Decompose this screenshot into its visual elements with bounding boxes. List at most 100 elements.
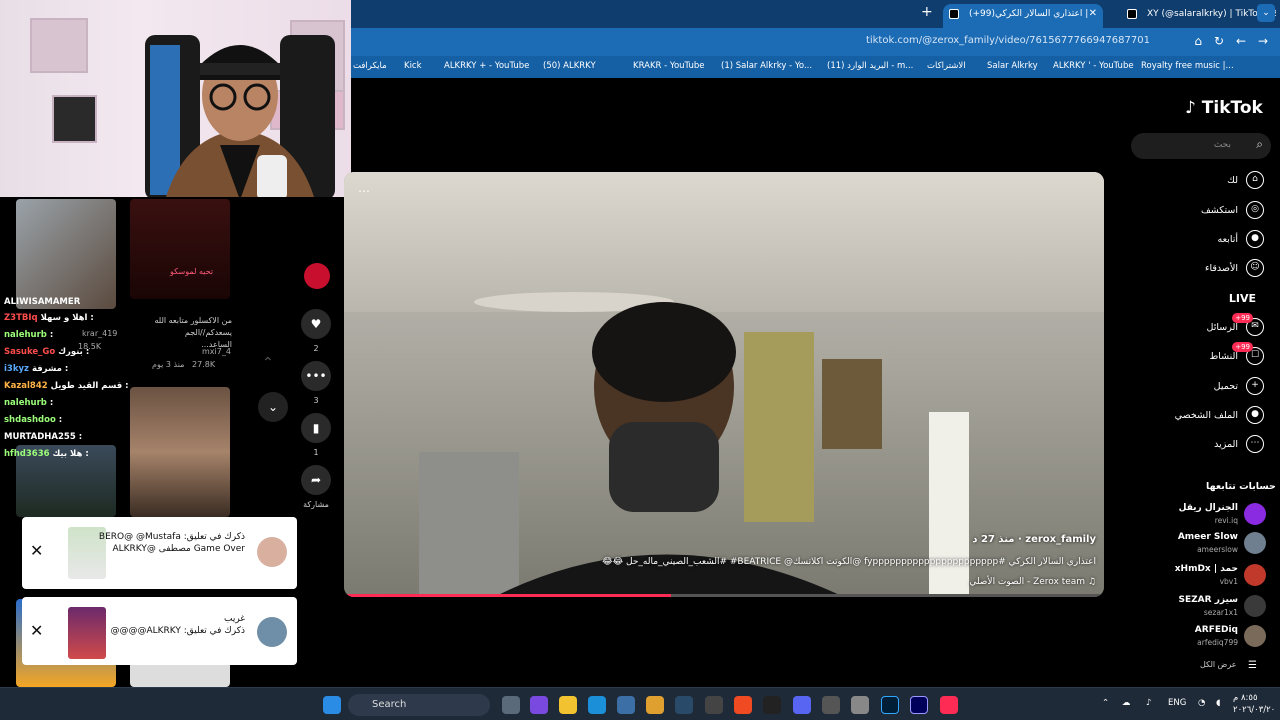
app-icon[interactable] — [822, 696, 840, 714]
sidebar-item-upload[interactable]: + تحميل — [1214, 376, 1264, 396]
following-account[interactable]: Ameer Slow ameerslow — [1126, 530, 1266, 558]
bookmark-item[interactable]: Royalty free music |... — [1141, 61, 1234, 71]
bookmark-item[interactable]: ALKRKY ' - YouTube — [1053, 61, 1134, 71]
sidebar-item-activity[interactable]: ☐ 99+ النشاط — [1209, 342, 1264, 366]
following-account[interactable]: SEZAR سيزر sezar1x1 — [1126, 593, 1266, 621]
store-icon[interactable] — [617, 696, 635, 714]
new-tab-button[interactable]: + — [921, 4, 933, 20]
sidebar-item-messages[interactable]: ✉ 99+ الرسائل — [1207, 313, 1264, 337]
like-icon[interactable]: ♥ — [301, 309, 331, 339]
tab-menu-chevron-icon[interactable]: ⌄ — [1257, 4, 1275, 22]
discord-icon[interactable] — [793, 696, 811, 714]
feed-username[interactable]: mxi7_4 — [202, 347, 231, 356]
tiktok-logo[interactable]: ♪ TikTok — [1185, 98, 1263, 118]
sidebar-item-following[interactable]: ● أتابعه — [1217, 229, 1264, 249]
avatar — [1244, 503, 1266, 525]
reload-icon[interactable]: ↻ — [1214, 34, 1224, 48]
bookmark-item[interactable]: KRAKR - YouTube — [633, 61, 704, 71]
mic-icon[interactable]: ♪ — [1146, 698, 1151, 708]
bookmark-item[interactable]: Kick — [404, 61, 422, 71]
sidebar-item-more[interactable]: ⋯ المزيد — [1214, 434, 1264, 454]
volume-icon[interactable]: ◖ — [1216, 698, 1220, 708]
show-all-link[interactable]: عرض الكل — [1200, 660, 1237, 669]
close-icon[interactable]: ✕ — [30, 541, 43, 560]
video-thumbnail[interactable] — [16, 199, 116, 309]
sidebar-item-live[interactable]: LIVE — [1229, 288, 1264, 308]
bookmark-item[interactable]: الاشتراكات — [927, 61, 966, 71]
sidebar-item-label: أتابعه — [1217, 233, 1239, 245]
avatar — [1244, 564, 1266, 586]
sidebar-item-home[interactable]: ⌂ لك — [1227, 170, 1264, 190]
video-author[interactable]: zerox_family — [1025, 534, 1096, 545]
tray-chevron-icon[interactable]: ⌃ — [1102, 698, 1109, 708]
bookmark-item[interactable]: (1) Salar Alkrky - Yo... — [721, 61, 812, 71]
scroll-down-icon[interactable]: ⌄ — [258, 392, 288, 422]
video-thumbnail[interactable] — [130, 387, 230, 517]
task-view-icon[interactable] — [502, 696, 520, 714]
scroll-up-icon[interactable]: ⌃ — [262, 355, 274, 371]
author-avatar[interactable] — [304, 263, 330, 289]
following-account[interactable]: ARFEDiq arfediq799 — [1126, 623, 1266, 651]
share-icon[interactable]: ➦ — [301, 465, 331, 495]
chrome-icon[interactable] — [646, 696, 664, 714]
chat-line: nalehurb : — [4, 330, 53, 340]
sidebar-item-friends[interactable]: ☺ الأصدقاء — [1205, 258, 1264, 278]
search-icon[interactable]: ⌕ — [1256, 137, 1263, 152]
home-icon[interactable]: ⌂ — [1194, 34, 1202, 48]
app-icon[interactable] — [851, 696, 869, 714]
video-progress-bar[interactable] — [344, 594, 1104, 597]
chat-username: nalehurb — [4, 398, 47, 408]
close-tab-icon[interactable]: ✕ — [1089, 4, 1097, 24]
bookmark-icon[interactable]: ▮ — [301, 413, 331, 443]
network-icon[interactable]: ◔ — [1198, 698, 1205, 708]
following-account[interactable]: الجنرال ريقل revi.iq — [1126, 501, 1266, 529]
taskbar-search[interactable]: Search — [348, 694, 490, 716]
obs-icon[interactable] — [705, 696, 723, 714]
tiktok-app-icon[interactable] — [940, 696, 958, 714]
video-sound[interactable]: ♫ Zerox team - الصوت الأصلي — [969, 577, 1096, 587]
mention-notification[interactable]: ✕ ذكرك في تعليق: BERO@ @Mustafa Game Ove… — [22, 517, 297, 589]
tab-inactive[interactable]: XY (@salaralkrky) | TikTok(+99) ✕ — [1121, 4, 1276, 28]
video-player[interactable]: ⋯ zerox_family · منذ 27 د اعتذاري السالا… — [344, 172, 1104, 597]
feed-username[interactable]: krar_419 — [82, 329, 117, 338]
more-options-icon[interactable]: ⋯ — [358, 184, 370, 198]
language-indicator[interactable]: ENG — [1168, 698, 1186, 708]
bookmark-item[interactable]: مايكرافت — [353, 61, 387, 71]
cloud-icon[interactable]: ☁ — [1122, 698, 1131, 708]
forward-icon[interactable]: → — [1258, 34, 1268, 48]
bookmark-item[interactable]: (11) البريد الوارد - m... — [827, 61, 913, 71]
sidebar-item-profile[interactable]: ● الملف الشخصي — [1175, 405, 1264, 425]
steam-icon[interactable] — [675, 696, 693, 714]
chat-line: Sasuke_Go بنورك : — [4, 347, 89, 357]
capcut-icon[interactable] — [763, 696, 781, 714]
back-icon[interactable]: ← — [1236, 34, 1246, 48]
windows-start-icon[interactable] — [323, 696, 341, 714]
url-input[interactable]: tiktok.com/@zerox_family/video/761567776… — [866, 35, 1150, 46]
video-author-line: zerox_family · منذ 27 د — [972, 534, 1096, 545]
following-account[interactable]: xHmDx | حمد vbv1 — [1126, 562, 1266, 590]
clock-time[interactable]: ٨:٥٥ م — [1233, 693, 1258, 703]
copilot-icon[interactable] — [530, 696, 548, 714]
bookmark-item[interactable]: (50) ALKRKY — [543, 61, 596, 71]
tab-active[interactable]: (+99)اعتذاري السالار الكركي | ✕ — [943, 4, 1103, 28]
file-explorer-icon[interactable] — [559, 696, 577, 714]
brave-icon[interactable] — [734, 696, 752, 714]
edge-icon[interactable] — [588, 696, 606, 714]
clock-date[interactable]: ٢٠٢٦/٠٣/٢٠ — [1233, 705, 1275, 715]
video-thumbnail[interactable]: تحيه لموسكو — [130, 199, 230, 299]
list-icon[interactable]: ☰ — [1248, 660, 1257, 671]
sidebar-item-label: استكشف — [1200, 204, 1238, 216]
premiere-icon[interactable] — [910, 696, 928, 714]
bookmark-item[interactable]: Salar Alkrky — [987, 61, 1038, 71]
chat-line: Kazal842 قسم القيد طويل : — [4, 381, 129, 391]
notification-title: غريب — [223, 614, 245, 624]
search-input[interactable]: بحث ⌕ — [1131, 133, 1271, 159]
bookmark-item[interactable]: ALKRKY + - YouTube — [444, 61, 529, 71]
notification-badge: 99+ — [1232, 342, 1253, 352]
mention-notification[interactable]: ✕ غريب ذكرك في تعليق: ALKRKY@@@@ — [22, 597, 297, 665]
photoshop-icon[interactable] — [881, 696, 899, 714]
comment-icon[interactable]: ••• — [301, 361, 331, 391]
close-icon[interactable]: ✕ — [30, 621, 43, 640]
sidebar-item-label: الأصدقاء — [1204, 262, 1238, 274]
sidebar-item-compass[interactable]: ◎ استكشف — [1201, 200, 1264, 220]
